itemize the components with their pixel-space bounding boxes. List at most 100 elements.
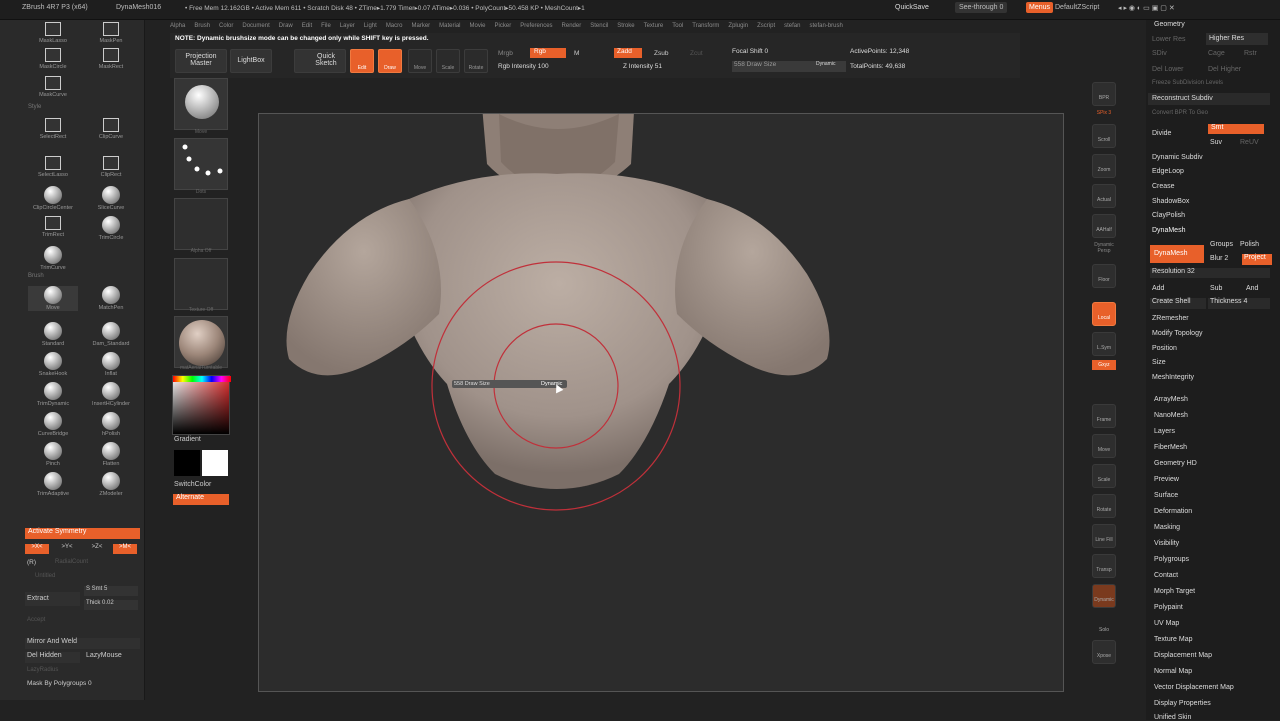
polypaint-section[interactable]: Polypaint — [1154, 604, 1183, 611]
zsub-button[interactable]: Zsub — [654, 50, 668, 57]
texture-map-section[interactable]: Texture Map — [1154, 636, 1193, 643]
morph-target-section[interactable]: Morph Target — [1154, 588, 1195, 595]
thick-slider[interactable]: Thick 0.02 — [84, 600, 138, 610]
bpr-button[interactable]: BPR — [1092, 82, 1116, 106]
rgb-intensity-slider[interactable]: Rgb Intensity 100 — [498, 63, 549, 70]
xyz-rotation-button[interactable]: Gxyz — [1092, 360, 1116, 370]
del-higher-button[interactable]: Del Higher — [1208, 66, 1241, 73]
rstr-button[interactable]: Rstr — [1244, 50, 1257, 57]
tool-mask-rect[interactable]: MaskRect — [86, 48, 136, 70]
blur-slider[interactable]: Blur 2 — [1210, 255, 1228, 262]
brush-pinch[interactable]: Pinch — [28, 442, 78, 467]
reuv-button[interactable]: ReUV — [1240, 139, 1259, 146]
primary-color-swatch[interactable] — [174, 450, 200, 476]
crease-section[interactable]: Crease — [1152, 183, 1175, 190]
menu-layer[interactable]: Layer — [340, 23, 355, 29]
see-through-slider[interactable]: See-through 0 — [955, 2, 1008, 13]
menu-zscript[interactable]: Zscript — [757, 23, 775, 29]
visibility-section[interactable]: Visibility — [1154, 540, 1179, 547]
move-view-button[interactable]: Move — [1092, 434, 1116, 458]
thickness-slider[interactable]: Thickness 4 — [1208, 298, 1270, 309]
symmetry-y-button[interactable]: >Y< — [55, 544, 79, 554]
brush-trim-adaptive[interactable]: TrimAdaptive — [28, 472, 78, 497]
reconstruct-subdiv-button[interactable]: Reconstruct Subdiv — [1148, 93, 1270, 105]
tool-clip-curve[interactable]: ClipCurve — [86, 118, 136, 140]
menu-render[interactable]: Render — [562, 23, 582, 29]
zcut-button[interactable]: Zcut — [690, 50, 703, 57]
polyframe-button[interactable]: Line Fill PolyF — [1092, 524, 1116, 573]
brush-match-pen[interactable]: MatchPen — [86, 286, 136, 311]
tool-mask-lasso[interactable]: MaskLasso — [28, 22, 78, 44]
freeze-subdivision-button[interactable]: Freeze SubDivision Levels — [1152, 80, 1223, 86]
symmetry-z-button[interactable]: >Z< — [85, 544, 109, 554]
move-mode-button[interactable]: Move — [408, 49, 432, 73]
suv-toggle[interactable]: Suv — [1210, 139, 1222, 146]
tool-trim-circle[interactable]: TrimCircle — [86, 216, 136, 241]
menu-stroke[interactable]: Stroke — [617, 23, 634, 29]
texture-thumbnail[interactable] — [174, 258, 228, 310]
menu-zplugin[interactable]: Zplugin — [728, 23, 748, 29]
alpha-thumbnail[interactable] — [174, 198, 228, 250]
menu-preferences[interactable]: Preferences — [520, 23, 552, 29]
scroll-button[interactable]: Scroll — [1092, 124, 1116, 148]
color-picker[interactable] — [172, 375, 231, 435]
normal-map-section[interactable]: Normal Map — [1154, 668, 1192, 675]
brush-move[interactable]: Move — [28, 286, 78, 311]
nanomesh-section[interactable]: NanoMesh — [1154, 412, 1188, 419]
create-shell-button[interactable]: Create Shell — [1150, 298, 1206, 309]
window-controls-icon[interactable]: ◂ ▸ ◉ ◐ ▭ ▣ ▢ ✕ — [1118, 4, 1175, 12]
xpose-button[interactable]: Xpose — [1092, 640, 1116, 664]
alternate-button[interactable]: Alternate — [173, 494, 229, 505]
fibermesh-section[interactable]: FiberMesh — [1154, 444, 1187, 451]
menu-brush[interactable]: Brush — [194, 23, 210, 29]
brush-dam-standard[interactable]: Dam_Standard — [86, 322, 136, 347]
default-zscript-button[interactable]: DefaultZScript — [1055, 4, 1099, 11]
tool-select-rect[interactable]: SelectRect — [28, 118, 78, 140]
floor-button[interactable]: Floor — [1092, 264, 1116, 288]
dynamesh-section[interactable]: DynaMesh — [1152, 227, 1185, 234]
and-button[interactable]: And — [1246, 285, 1258, 292]
tool-slice-curve[interactable]: SliceCurve — [86, 186, 136, 211]
lazy-mouse-button[interactable]: LazyMouse — [84, 652, 139, 663]
spix-slider[interactable]: SPix 3 — [1088, 110, 1120, 116]
rotate-mode-button[interactable]: Rotate — [464, 49, 488, 73]
menu-texture[interactable]: Texture — [644, 23, 664, 29]
deformation-section[interactable]: Deformation — [1154, 508, 1192, 515]
zadd-button[interactable]: Zadd — [614, 48, 642, 58]
dynamic-size-toggle[interactable]: Dynamic — [816, 61, 835, 67]
lightbox-button[interactable]: LightBox — [230, 49, 272, 73]
lazy-radius-slider[interactable]: LazyRadius — [27, 667, 58, 673]
menu-macro[interactable]: Macro — [386, 23, 403, 29]
size-section[interactable]: Size — [1152, 359, 1166, 366]
cage-button[interactable]: Cage — [1208, 50, 1225, 57]
mask-by-polygroups-slider[interactable]: Mask By Polygroups 0 — [25, 680, 140, 690]
convert-bpr-button[interactable]: Convert BPR To Geo — [1152, 110, 1208, 116]
lower-res-button[interactable]: Lower Res — [1152, 36, 1185, 43]
dynamic-solo-button[interactable]: Dynamic Solo — [1092, 584, 1116, 633]
menu-stefan-brush[interactable]: stefan-brush — [809, 23, 842, 29]
modify-topology-section[interactable]: Modify Topology — [1152, 330, 1202, 337]
projection-master-button[interactable]: Projection Master — [175, 49, 227, 73]
m-button[interactable]: M — [574, 50, 579, 57]
geometry-hd-section[interactable]: Geometry HD — [1154, 460, 1197, 467]
brush-snake-hook[interactable]: SnakeHook — [28, 352, 78, 377]
groups-toggle[interactable]: Groups — [1210, 241, 1233, 248]
quick-sketch-button[interactable]: Quick Sketch — [294, 49, 346, 73]
tool-mask-pen[interactable]: MaskPen — [86, 22, 136, 44]
quicksave-button[interactable]: QuickSave — [895, 4, 929, 11]
tool-clip-circle-center[interactable]: ClipCircleCenter — [28, 186, 78, 211]
menu-stefan[interactable]: stefan — [784, 23, 800, 29]
polygroups-section[interactable]: Polygroups — [1154, 556, 1189, 563]
displacement-map-section[interactable]: Displacement Map — [1154, 652, 1212, 659]
brush-curve-bridge[interactable]: CurveBridge — [28, 412, 78, 437]
menu-edit[interactable]: Edit — [302, 23, 312, 29]
dynamic-subdiv-section[interactable]: Dynamic Subdiv — [1152, 154, 1203, 161]
symmetry-m-button[interactable]: >M< — [113, 544, 137, 554]
mesh-integrity-section[interactable]: MeshIntegrity — [1152, 374, 1194, 381]
tool-mask-curve[interactable]: MaskCurve — [28, 76, 78, 98]
resolution-slider[interactable]: Resolution 32 — [1150, 268, 1270, 278]
brush-flatten[interactable]: Flatten — [86, 442, 136, 467]
menu-stencil[interactable]: Stencil — [590, 23, 608, 29]
vector-displacement-map-section[interactable]: Vector Displacement Map — [1154, 684, 1234, 691]
radial-count-slider[interactable]: RadialCount — [55, 559, 88, 565]
